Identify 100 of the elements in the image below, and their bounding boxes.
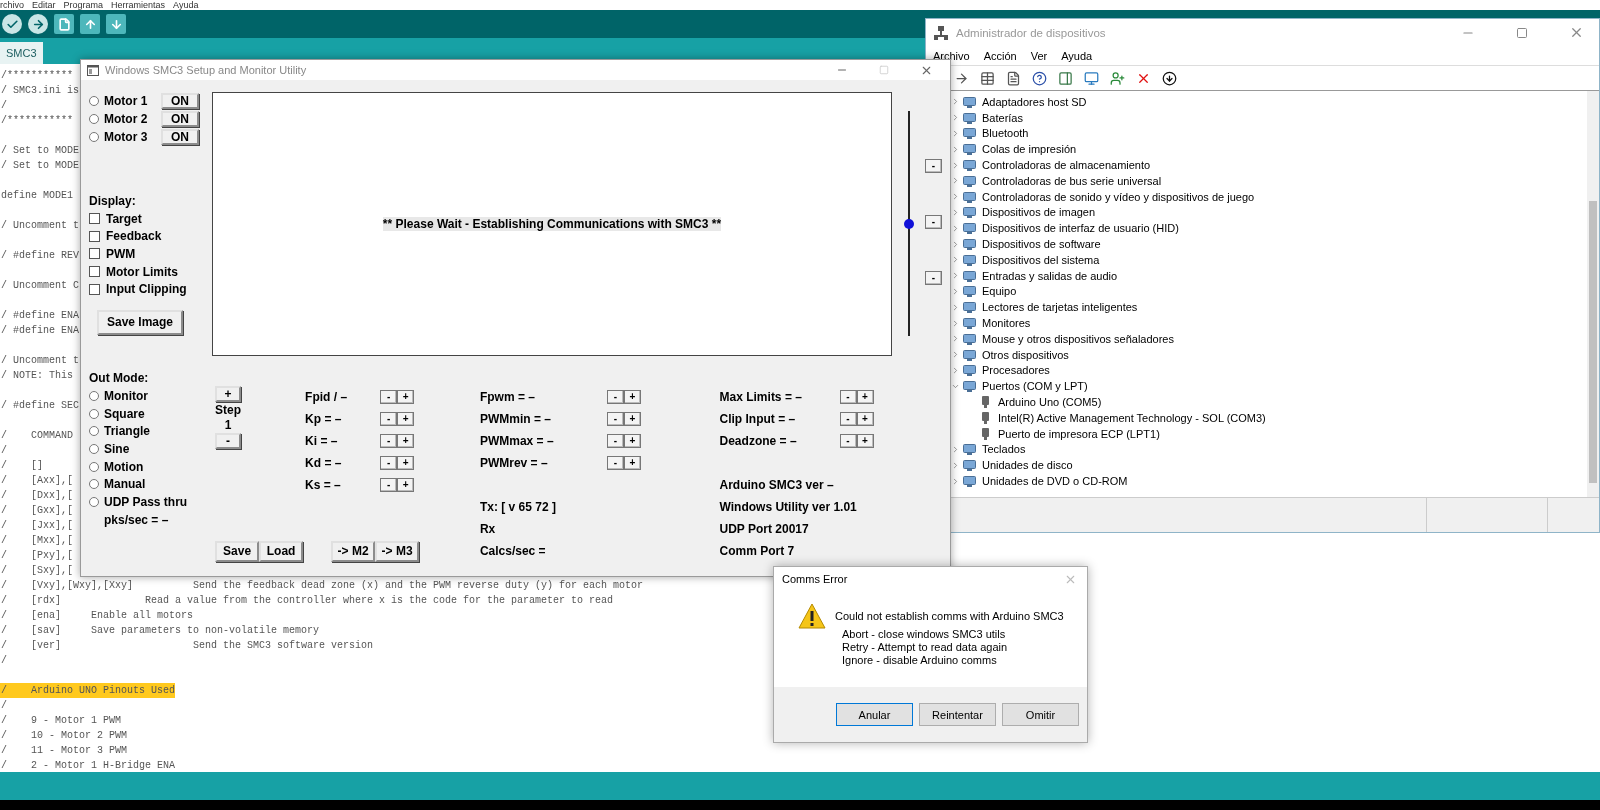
parameter-label: PWMmax = –: [478, 434, 555, 448]
tree-item[interactable]: Mouse y otros dispositivos señaladores: [982, 332, 1174, 345]
dialog-button[interactable]: Omitir: [1002, 703, 1079, 726]
radio-button[interactable]: [89, 443, 99, 454]
tree-item[interactable]: Controladoras de bus serie universal: [982, 174, 1162, 187]
file-button[interactable]: Save: [215, 540, 260, 562]
decrease-button[interactable]: -: [839, 434, 857, 448]
radio-button[interactable]: [89, 96, 99, 106]
increase-button[interactable]: +: [397, 478, 415, 492]
tree-item[interactable]: Arduino Uno (COM5): [998, 396, 1102, 409]
tree-item[interactable]: Baterías: [982, 111, 1023, 124]
radio-button[interactable]: [89, 496, 99, 507]
step-decrease-button[interactable]: -: [215, 433, 242, 449]
radio-button[interactable]: [89, 114, 99, 124]
copy-button[interactable]: -> M3: [375, 540, 420, 562]
radio-button[interactable]: [89, 426, 99, 437]
editor-tab[interactable]: SMC3: [0, 42, 43, 64]
menu-item[interactable]: Acción: [983, 49, 1017, 62]
checkbox[interactable]: [89, 213, 100, 225]
tree-item[interactable]: Puerto de impresora ECP (LPT1): [998, 427, 1160, 440]
tree-item[interactable]: Unidades de disco: [982, 459, 1073, 472]
dialog-button[interactable]: Anular: [836, 703, 913, 726]
tree-item[interactable]: Intel(R) Active Management Technology - SOL (COM3): [998, 411, 1266, 424]
tree-item[interactable]: Dispositivos de imagen: [982, 206, 1096, 219]
menu-item[interactable]: Programa: [63, 0, 104, 10]
menu-item[interactable]: Ayuda: [1061, 49, 1093, 62]
tree-item[interactable]: Procesadores: [982, 364, 1050, 377]
on-button[interactable]: ON: [161, 129, 199, 145]
minus-button[interactable]: -: [925, 215, 942, 229]
step-increase-button[interactable]: +: [215, 386, 242, 402]
decrease-button[interactable]: -: [606, 456, 624, 470]
decrease-button[interactable]: -: [839, 390, 857, 404]
toolbar-button[interactable]: [1030, 69, 1048, 87]
scrollbar[interactable]: [1587, 91, 1599, 497]
tree-item[interactable]: Controladoras de almacenamiento: [982, 159, 1151, 172]
increase-button[interactable]: +: [397, 434, 415, 448]
tree-item[interactable]: Adaptadores host SD: [982, 95, 1087, 108]
tree-item[interactable]: Equipo: [982, 285, 1017, 298]
maximize-icon[interactable]: [1516, 26, 1528, 39]
toolbar-button[interactable]: [978, 69, 996, 87]
scrollbar-thumb[interactable]: [1589, 201, 1597, 483]
menu-item[interactable]: Ver: [1030, 49, 1048, 62]
radio-button[interactable]: [89, 479, 99, 490]
tree-item[interactable]: Puertos (COM y LPT): [982, 380, 1088, 393]
device-icon: [963, 238, 976, 251]
tree-item[interactable]: Unidades de DVD o CD-ROM: [982, 475, 1128, 487]
decrease-button[interactable]: -: [380, 434, 398, 448]
menu-item[interactable]: rchivo: [0, 0, 24, 10]
decrease-button[interactable]: -: [380, 456, 398, 470]
tree-item[interactable]: Controladoras de sonido y vídeo y dispositivos de juego: [982, 190, 1255, 203]
dialog-button[interactable]: Reintentar: [919, 703, 996, 726]
increase-button[interactable]: +: [397, 390, 415, 404]
radio-button[interactable]: [89, 408, 99, 419]
code-line: / [rdx] Read a value from the controller where x is the code for the parameter to read: [0, 594, 614, 608]
slider-thumb[interactable]: [904, 218, 914, 229]
tree-item[interactable]: Dispositivos de software: [982, 238, 1101, 251]
minus-button[interactable]: -: [925, 271, 942, 285]
decrease-button[interactable]: -: [380, 390, 398, 404]
checkbox[interactable]: [89, 266, 100, 278]
code-line: / 11 - Motor 3 PWM: [0, 744, 128, 758]
vertical-slider[interactable]: [904, 111, 914, 336]
decrease-button[interactable]: -: [380, 478, 398, 492]
decrease-button[interactable]: -: [606, 434, 624, 448]
menu-item[interactable]: Ayuda: [173, 0, 199, 10]
code-line: / [Jxx],[: [0, 519, 73, 533]
copy-button[interactable]: -> M2: [331, 540, 376, 562]
decrease-button[interactable]: -: [380, 412, 398, 426]
menu-item[interactable]: Herramientas: [111, 0, 166, 10]
step-value: 1: [224, 418, 232, 432]
tree-item[interactable]: Colas de impresión: [982, 143, 1077, 156]
decrease-button[interactable]: -: [606, 412, 624, 426]
checkbox[interactable]: [89, 230, 100, 242]
tree-item[interactable]: Monitores: [982, 317, 1031, 330]
tree-item[interactable]: Teclados: [982, 443, 1026, 456]
save-image-button[interactable]: Save Image: [97, 309, 183, 335]
increase-button[interactable]: +: [397, 412, 415, 426]
menu-item[interactable]: Editar: [32, 0, 56, 10]
file-button[interactable]: Load: [259, 540, 304, 562]
tree-item[interactable]: Dispositivos del sistema: [982, 253, 1100, 266]
radio-button[interactable]: [89, 132, 99, 142]
radio-button[interactable]: [89, 461, 99, 472]
code-line: / [Mxx],[: [0, 534, 73, 548]
tree-item[interactable]: Otros dispositivos: [982, 348, 1069, 361]
decrease-button[interactable]: -: [606, 390, 624, 404]
minus-button[interactable]: -: [925, 159, 942, 173]
toolbar-button[interactable]: [1160, 69, 1178, 87]
increase-button[interactable]: +: [397, 456, 415, 470]
radio-button[interactable]: [89, 390, 99, 401]
decrease-button[interactable]: -: [839, 412, 857, 426]
code-line: / [Gxx],[: [0, 504, 73, 518]
tree-item[interactable]: Dispositivos de interfaz de usuario (HID): [982, 222, 1179, 235]
tree-item[interactable]: Bluetooth: [982, 127, 1029, 140]
on-button[interactable]: ON: [161, 93, 199, 109]
checkbox[interactable]: [89, 248, 100, 260]
device-icon: [963, 317, 976, 330]
tree-item[interactable]: Entradas y salidas de audio: [982, 269, 1118, 282]
tree-item[interactable]: Lectores de tarjetas inteligentes: [982, 301, 1138, 314]
on-button[interactable]: ON: [161, 111, 199, 127]
checkbox[interactable]: [89, 283, 100, 295]
code-line: / 9 - Motor 1 PWM: [0, 714, 122, 728]
